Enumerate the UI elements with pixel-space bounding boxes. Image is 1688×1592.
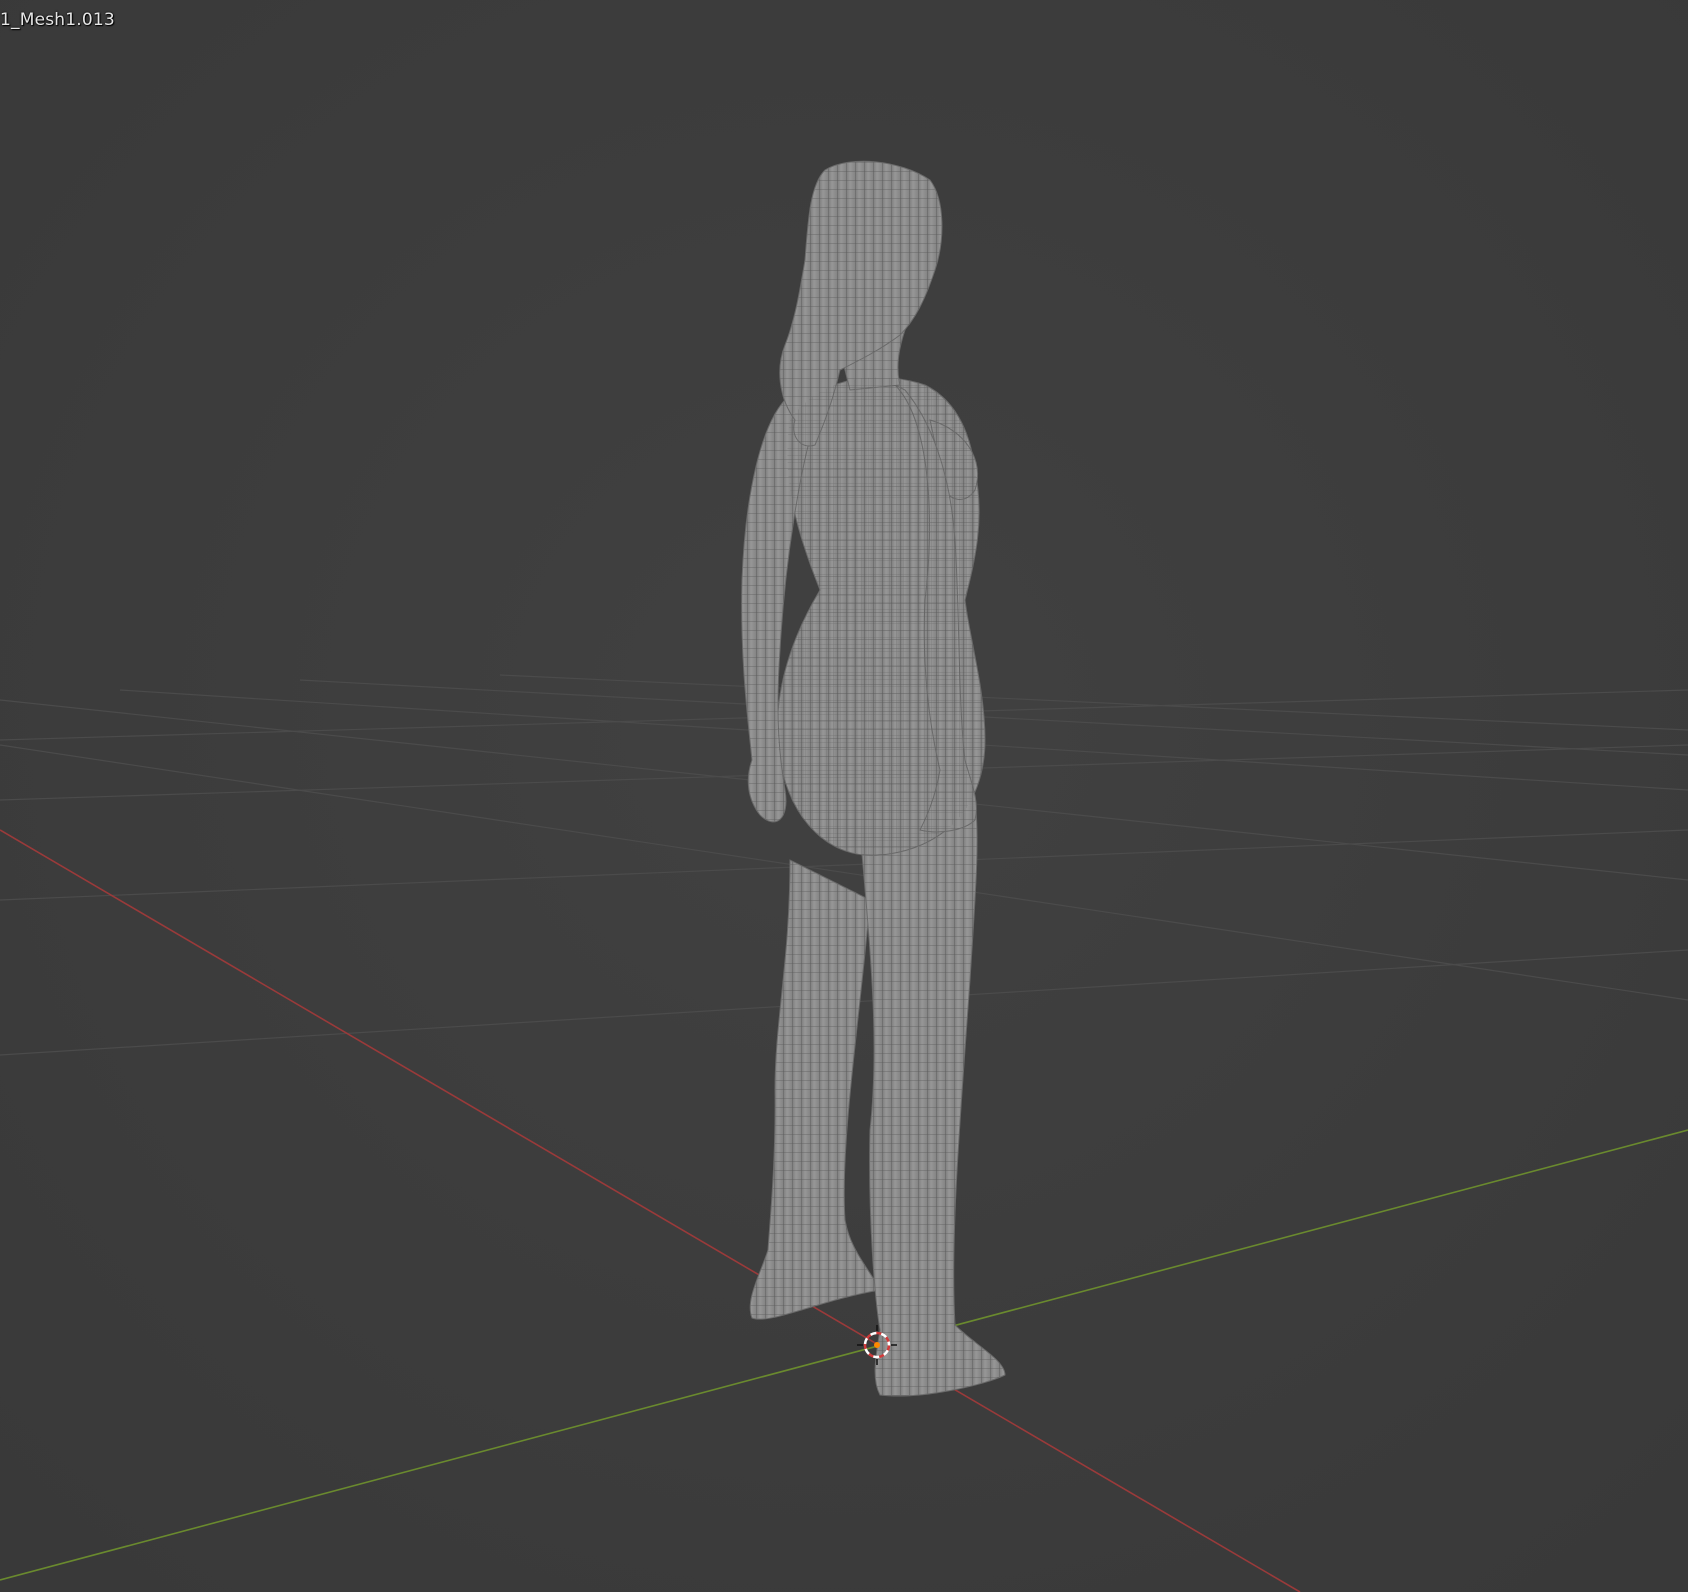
viewport-scene[interactable] (0, 0, 1688, 1592)
3d-viewport[interactable]: 1_Mesh1.013 (0, 0, 1688, 1592)
object-name-label: 1_Mesh1.013 (0, 10, 115, 30)
object-origin-dot (874, 1342, 880, 1348)
mesh-wire-overlay (777, 377, 985, 856)
